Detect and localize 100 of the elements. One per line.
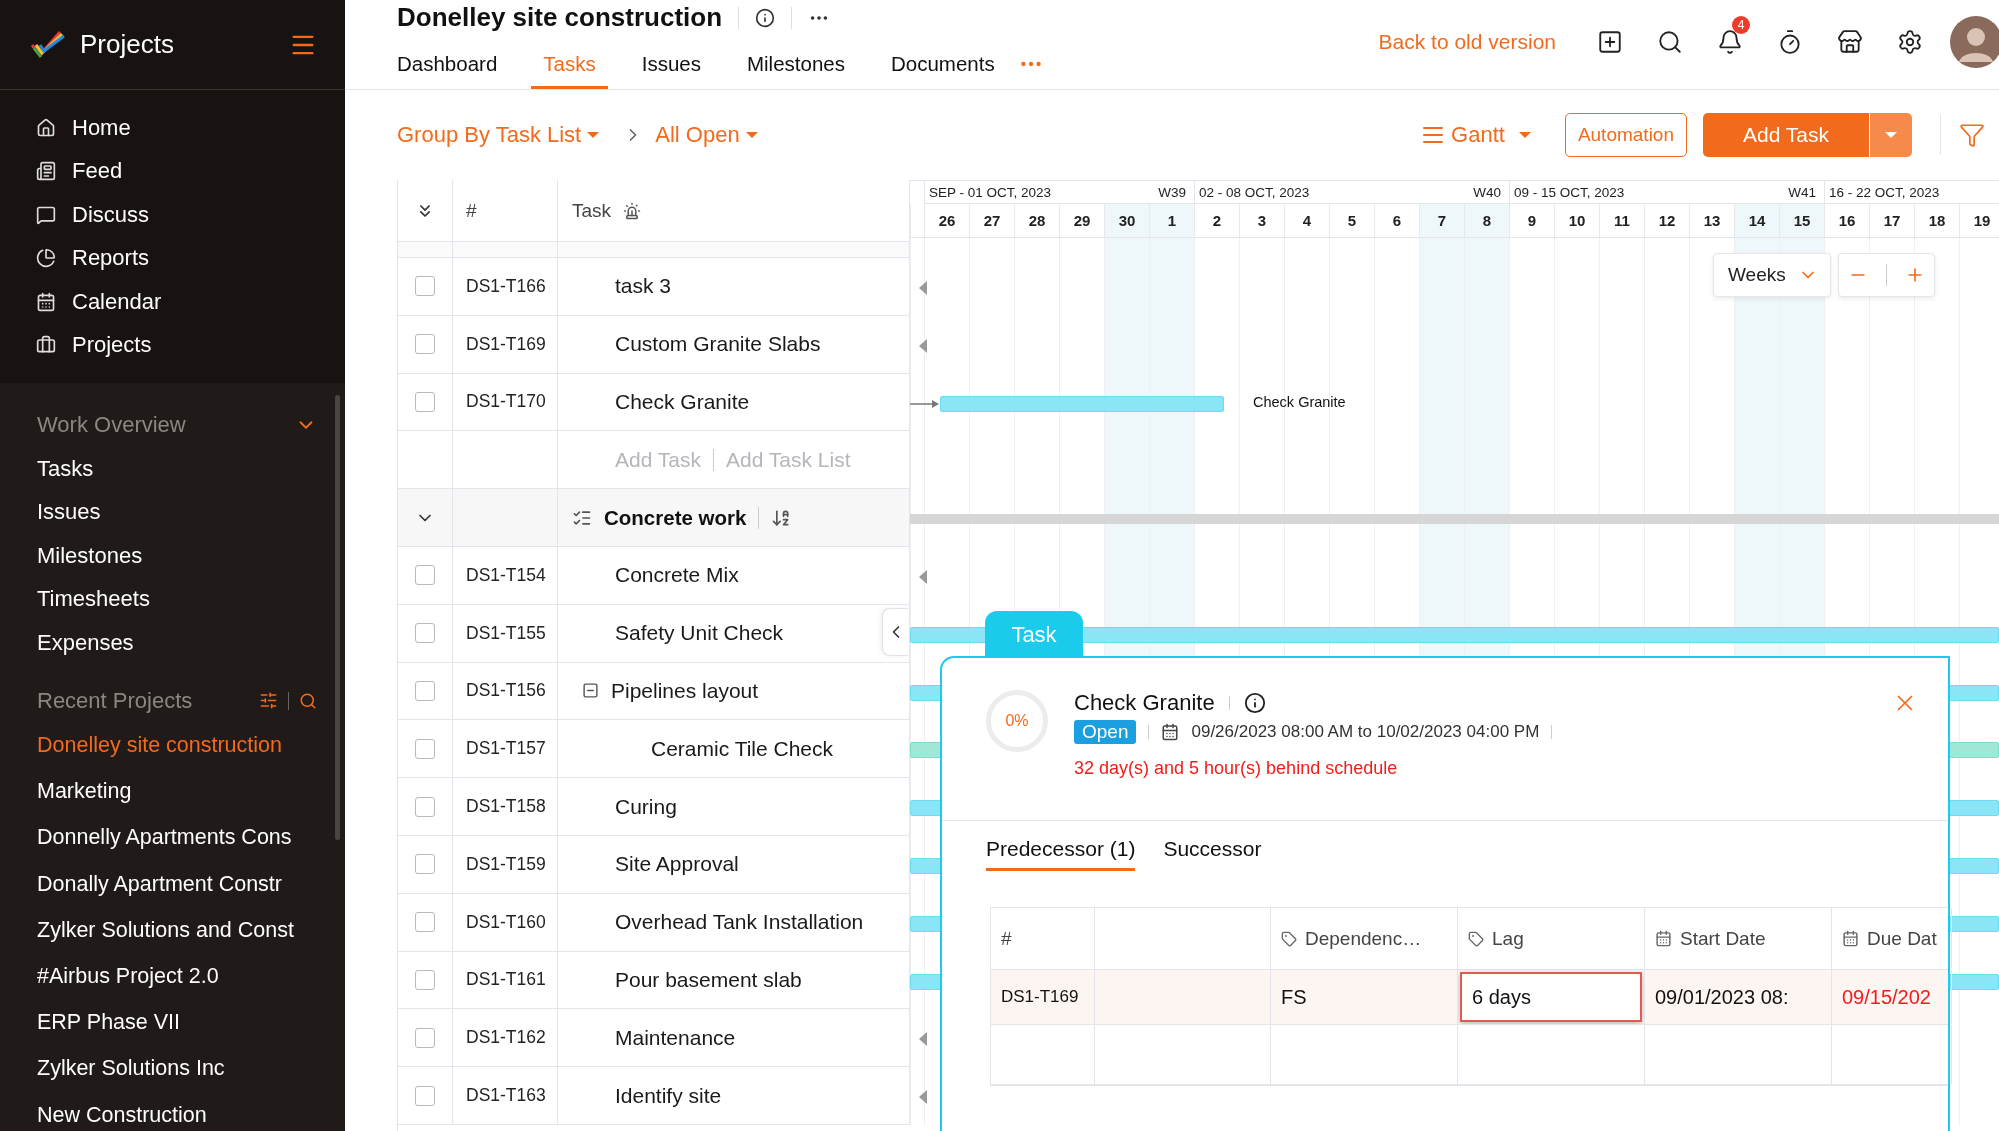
- add-task-menu-button[interactable]: [1870, 113, 1912, 157]
- project-item[interactable]: Donelley site construction: [37, 722, 317, 769]
- task-name[interactable]: Check Granite: [615, 390, 750, 414]
- checkbox[interactable]: [415, 680, 435, 701]
- store-icon[interactable]: [1837, 29, 1863, 55]
- project-item[interactable]: Marketing: [37, 768, 317, 815]
- task-name[interactable]: Concrete Mix: [615, 563, 739, 588]
- task-id: DS1-T160: [466, 911, 546, 933]
- checkbox[interactable]: [415, 1085, 435, 1106]
- search-icon[interactable]: [1657, 29, 1683, 55]
- bell-icon[interactable]: [1717, 29, 1743, 55]
- checkbox[interactable]: [415, 969, 435, 990]
- bar-label: Check Granite: [1253, 393, 1346, 410]
- project-item[interactable]: New Construction: [37, 1092, 317, 1131]
- dependency-type: FS: [1281, 985, 1307, 1009]
- column-header: #: [1001, 927, 1012, 950]
- left-arrow-icon[interactable]: [919, 338, 927, 353]
- timer-icon[interactable]: [1777, 29, 1803, 55]
- project-item[interactable]: Zylker Solutions Inc: [37, 1045, 317, 1092]
- scale-dropdown[interactable]: Weeks: [1713, 253, 1831, 297]
- tab[interactable]: Successor: [1163, 835, 1262, 871]
- project-item[interactable]: ERP Phase VII: [37, 999, 317, 1046]
- task-name[interactable]: Overhead Tank Installation: [615, 910, 864, 935]
- tab[interactable]: Documents: [890, 33, 995, 89]
- left-arrow-icon[interactable]: [919, 570, 927, 584]
- menu-item[interactable]: Milestones: [37, 534, 317, 578]
- task-name[interactable]: Maintenance: [615, 1025, 736, 1050]
- settings-icon[interactable]: [1897, 29, 1923, 55]
- task-id: DS1-T156: [466, 680, 546, 702]
- task-name[interactable]: Custom Granite Slabs: [615, 332, 821, 357]
- column-header: Dependenc…: [1305, 927, 1422, 950]
- left-arrow-icon[interactable]: [919, 1090, 927, 1105]
- nav-item[interactable]: Calendar: [0, 280, 345, 324]
- scrollbar[interactable]: [335, 395, 340, 840]
- day-label: 13: [1703, 212, 1721, 229]
- task-name[interactable]: Safety Unit Check: [615, 621, 784, 646]
- tab[interactable]: Predecessor (1): [986, 835, 1136, 871]
- lag-field[interactable]: 6 days: [1460, 972, 1642, 1022]
- collapse-icon[interactable]: [582, 682, 599, 700]
- due-date: 09/15/202: [1842, 985, 1931, 1009]
- project-item[interactable]: Zylker Solutions and Const: [37, 907, 317, 954]
- tab[interactable]: Milestones: [746, 33, 845, 89]
- checkbox[interactable]: [415, 854, 435, 875]
- task-list-name[interactable]: Concrete work: [604, 505, 747, 530]
- menu-item[interactable]: Issues: [37, 490, 317, 534]
- checkbox[interactable]: [415, 1027, 435, 1048]
- add-icon[interactable]: [1597, 29, 1623, 55]
- column-header: Due Dat: [1867, 927, 1937, 950]
- checkbox[interactable]: [415, 334, 435, 355]
- progress-ring: 0%: [986, 690, 1048, 752]
- nav-item[interactable]: Feed: [0, 149, 345, 193]
- day-label: 8: [1482, 212, 1492, 229]
- nav-item[interactable]: Projects: [0, 323, 345, 367]
- checkbox[interactable]: [415, 392, 435, 412]
- week-range: SEP - 01 OCT, 2023: [929, 184, 1052, 200]
- filter-icon[interactable]: [1959, 122, 1985, 148]
- filter-settings-icon[interactable]: [259, 691, 278, 710]
- checkbox[interactable]: [415, 276, 435, 297]
- day-label: 30: [1118, 212, 1136, 229]
- task-name[interactable]: Site Approval: [615, 852, 739, 877]
- day-label: 17: [1883, 212, 1901, 229]
- avatar[interactable]: [1950, 16, 1999, 68]
- nav-item[interactable]: Reports: [0, 236, 345, 280]
- task-name[interactable]: Curing: [615, 794, 677, 819]
- app-name: Projects: [80, 29, 175, 60]
- checkbox[interactable]: [415, 912, 435, 933]
- info-icon[interactable]: [1243, 692, 1266, 714]
- project-item[interactable]: Donally Apartment Constr: [37, 861, 317, 908]
- week-number: W41: [1788, 184, 1816, 200]
- checkbox[interactable]: [415, 796, 435, 817]
- day-label: 14: [1748, 212, 1766, 229]
- task-bar[interactable]: [940, 395, 1224, 412]
- project-item[interactable]: #Airbus Project 2.0: [37, 953, 317, 1000]
- schedule-note: 32 day(s) and 5 hour(s) behind schedule: [1074, 758, 1399, 779]
- alarm-icon[interactable]: [623, 201, 642, 220]
- left-arrow-icon[interactable]: [919, 1032, 927, 1047]
- nav-item[interactable]: Discuss: [0, 193, 345, 237]
- day-label: 5: [1347, 212, 1357, 229]
- menu-item[interactable]: Expenses: [37, 621, 317, 665]
- tab[interactable]: Issues: [641, 33, 701, 89]
- project-item[interactable]: Donnelly Apartments Cons: [37, 814, 317, 862]
- menu-item[interactable]: Tasks: [37, 447, 317, 491]
- nav-item[interactable]: Home: [0, 106, 345, 150]
- day-label: 26: [938, 212, 956, 229]
- checkbox[interactable]: [415, 565, 435, 586]
- task-name[interactable]: Identify site: [615, 1083, 722, 1108]
- info-icon[interactable]: [755, 7, 776, 28]
- task-name[interactable]: task 3: [615, 274, 672, 299]
- left-arrow-icon[interactable]: [919, 281, 927, 295]
- tab[interactable]: Dashboard: [397, 33, 498, 89]
- task-name[interactable]: Ceramic Tile Check: [651, 736, 834, 761]
- menu-item[interactable]: Timesheets: [37, 577, 317, 621]
- column-header: Task: [572, 199, 612, 222]
- task-name[interactable]: Pour basement slab: [615, 967, 802, 992]
- checkbox[interactable]: [415, 738, 435, 759]
- week-number: W40: [1473, 184, 1501, 200]
- task-bar[interactable]: [910, 626, 1999, 643]
- checkbox[interactable]: [415, 623, 435, 644]
- start-date: 09/01/2023 08:: [1655, 985, 1789, 1009]
- task-name[interactable]: Pipelines layout: [611, 678, 759, 703]
